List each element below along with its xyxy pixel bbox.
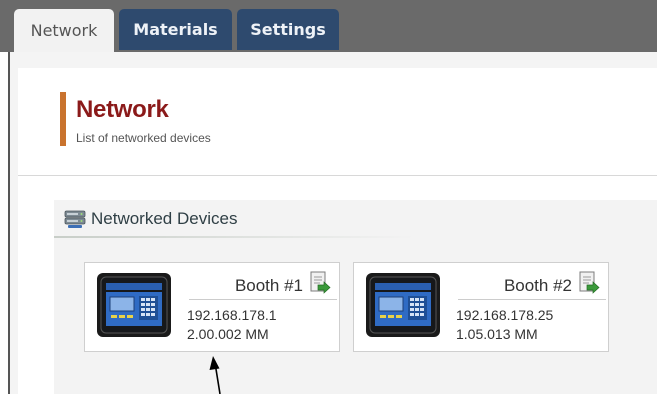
- section-header: Networked Devices: [54, 200, 657, 238]
- document-arrow-icon[interactable]: [309, 271, 331, 295]
- tab-settings-label: Settings: [250, 20, 326, 39]
- device-card-booth-2[interactable]: Booth #2 192.168.178.25 1.05.013 MM: [353, 262, 609, 352]
- tab-materials[interactable]: Materials: [119, 9, 232, 50]
- tab-network[interactable]: Network: [14, 9, 114, 52]
- tab-bar: Network Materials Settings: [0, 0, 657, 52]
- document-arrow-icon[interactable]: [578, 271, 600, 295]
- content-frame: Network List of networked devices Networ…: [8, 52, 657, 394]
- device-panel-image: [366, 273, 440, 337]
- tab-settings[interactable]: Settings: [237, 9, 339, 50]
- server-icon: [64, 210, 86, 228]
- networked-devices-section: Networked Devices Booth #1 192.168.178.1…: [54, 200, 657, 394]
- header-divider: [18, 175, 657, 176]
- card-divider: [458, 299, 606, 300]
- card-divider: [189, 299, 337, 300]
- device-version: 2.00.002 MM: [187, 326, 269, 342]
- tab-network-label: Network: [30, 21, 98, 40]
- section-rule: [54, 236, 414, 238]
- tab-materials-label: Materials: [133, 20, 218, 39]
- device-ip: 192.168.178.1: [187, 307, 277, 323]
- section-title: Networked Devices: [91, 209, 238, 228]
- page-subtitle: List of networked devices: [76, 131, 211, 145]
- device-ip: 192.168.178.25: [456, 307, 554, 323]
- device-card-booth-1[interactable]: Booth #1 192.168.178.1 2.00.002 MM: [84, 262, 340, 352]
- title-accent-bar: [60, 92, 66, 146]
- device-name: Booth #1: [234, 276, 303, 295]
- device-name: Booth #2: [503, 276, 572, 295]
- device-version: 1.05.013 MM: [456, 326, 538, 342]
- device-panel-image: [97, 273, 171, 337]
- network-panel: Network List of networked devices Networ…: [18, 68, 657, 394]
- callout-arrow-icon: [209, 356, 221, 394]
- page-title: Network: [76, 96, 169, 123]
